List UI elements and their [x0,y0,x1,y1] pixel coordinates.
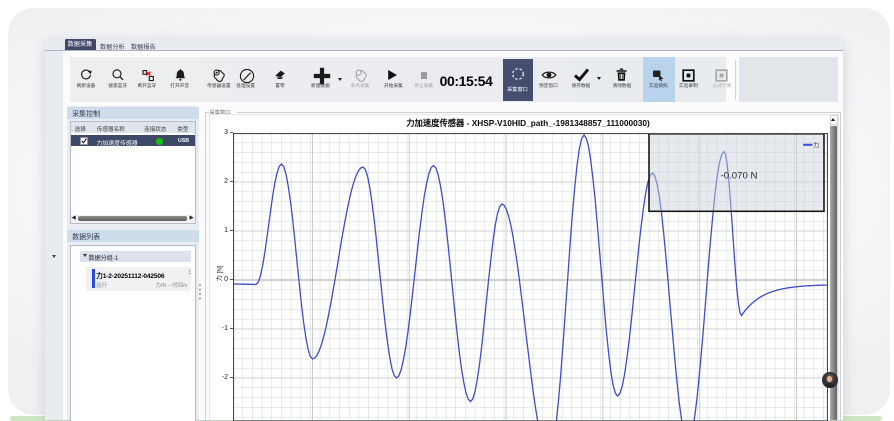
svg-text:力: 力 [813,141,819,149]
svg-text:-0.070 N: -0.070 N [721,170,758,181]
